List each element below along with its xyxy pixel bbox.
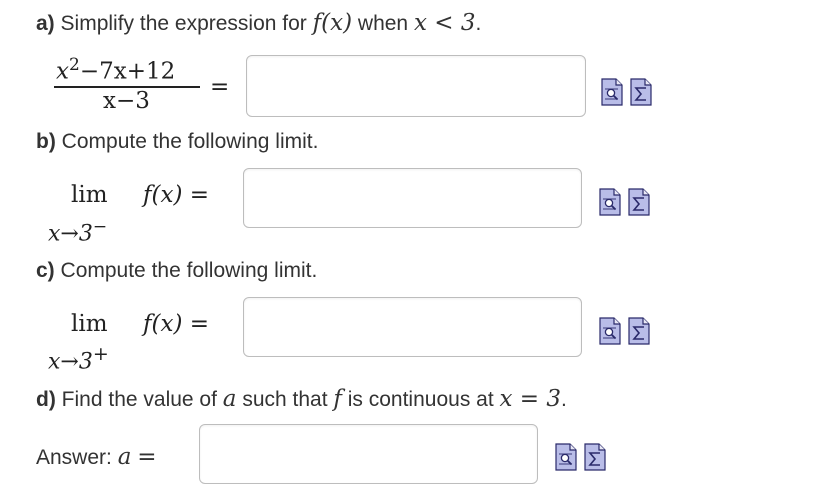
part-b-fx: f(x) <box>143 182 183 208</box>
part-d-answer-input[interactable] <box>199 424 538 484</box>
part-c-answer-input[interactable] <box>243 297 582 357</box>
part-c-lim: lim <box>71 311 108 337</box>
numerator-rest: −7x+12 <box>79 58 176 85</box>
part-d-continuous: is continuous at <box>341 388 500 411</box>
part-a-when: when <box>352 12 414 35</box>
preview-icon[interactable] <box>599 317 621 345</box>
part-b-label: b) <box>36 130 56 153</box>
fraction-numerator: x2−7x+12 <box>56 55 175 85</box>
part-b-text: Compute the following limit. <box>61 130 319 153</box>
part-a-equals: = <box>210 74 230 100</box>
part-a-answer-input[interactable] <box>246 55 586 117</box>
part-b-approach: x→3 <box>48 221 93 247</box>
part-b-lim: lim <box>71 182 108 208</box>
part-b-sign: − <box>92 217 108 237</box>
part-c-fx: f(x) <box>143 311 183 337</box>
part-d-label: d) <box>36 388 56 411</box>
fraction-denominator: x−3 <box>103 88 150 114</box>
part-c-approach: x→3 <box>48 349 93 375</box>
preview-icon[interactable] <box>599 188 621 216</box>
part-d-condition: x = 3 <box>499 386 562 412</box>
part-b-subscript: x→3− <box>48 217 107 246</box>
sigma-icon[interactable] <box>628 317 650 345</box>
part-d-equals: = <box>137 444 157 470</box>
part-a-fx: f(x) <box>312 10 353 36</box>
answer-label-row: Answer: a = <box>36 444 157 470</box>
answer-var: a <box>117 444 132 470</box>
numerator-exponent: 2 <box>68 55 80 75</box>
part-d-a: a <box>222 386 237 412</box>
part-d-such: such that <box>236 388 334 411</box>
part-b-equals: = <box>189 182 210 208</box>
part-a-prompt: a) Simplify the expression for f(x) when… <box>36 10 481 36</box>
part-c-subscript: x→3+ <box>48 343 109 374</box>
part-d-period: . <box>561 388 567 411</box>
part-b-answer-input[interactable] <box>243 168 582 228</box>
part-a-condition: x < 3 <box>413 10 476 36</box>
part-a-period: . <box>475 12 482 35</box>
numerator-x: x <box>56 58 69 85</box>
sigma-icon[interactable] <box>628 188 650 216</box>
part-d-text: Find the value of <box>61 388 223 411</box>
part-a-label: a) <box>36 12 55 35</box>
answer-label: Answer: <box>36 446 118 469</box>
part-c-prompt: c) Compute the following limit. <box>36 259 317 283</box>
part-a-text: Simplify the expression for <box>60 12 313 35</box>
part-b-prompt: b) Compute the following limit. <box>36 130 318 154</box>
part-c-label: c) <box>36 259 55 282</box>
part-b-function: f(x) = <box>143 182 209 208</box>
preview-icon[interactable] <box>601 78 623 106</box>
part-c-text: Compute the following limit. <box>60 259 318 282</box>
part-d-f: f <box>333 386 342 412</box>
part-c-sign: + <box>92 343 109 365</box>
sigma-icon[interactable] <box>584 443 606 471</box>
part-d-prompt: d) Find the value of a such that f is co… <box>36 386 567 412</box>
preview-icon[interactable] <box>555 443 577 471</box>
part-c-equals: = <box>189 311 210 337</box>
part-c-function: f(x) = <box>143 311 209 337</box>
sigma-icon[interactable] <box>630 78 652 106</box>
